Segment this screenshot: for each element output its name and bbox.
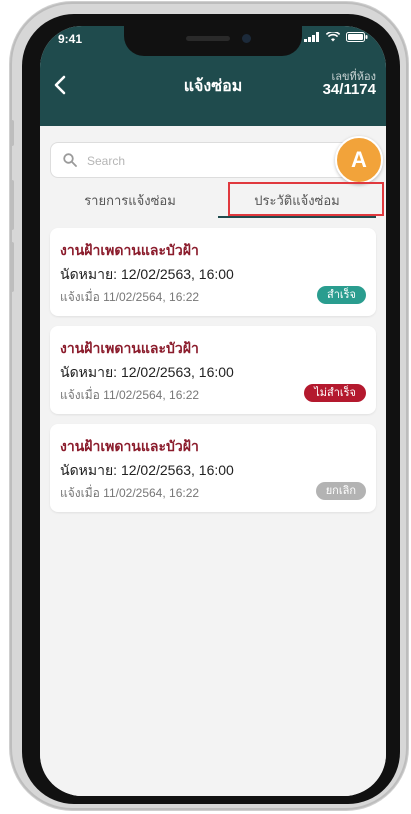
card-title: งานฝ้าเพดานและบัวฝ้า	[60, 438, 199, 454]
battery-icon	[346, 32, 368, 42]
search-bar[interactable]	[50, 142, 376, 178]
active-tab-indicator	[218, 216, 376, 218]
status-time: 9:41	[58, 32, 83, 46]
card-appointment: นัดหมาย: 12/02/2563, 16:00	[60, 266, 234, 282]
camera-notch	[124, 26, 302, 56]
phone-side-button	[10, 120, 14, 146]
history-card[interactable]: งานฝ้าเพดานและบัวฝ้า นัดหมาย: 12/02/2563…	[50, 228, 376, 316]
search-input[interactable]	[85, 149, 339, 173]
card-reported-date: แจ้งเมื่อ 11/02/2564, 16:22	[60, 290, 200, 304]
phone-volume-down	[10, 242, 14, 292]
app-screen: 9:41 แจ้งซ่อม เลขที่ห้อง 34/1174 Search …	[40, 26, 386, 796]
room-number-value: 34/1174	[322, 81, 376, 98]
card-appointment: นัดหมาย: 12/02/2563, 16:00	[60, 462, 234, 478]
card-reported-date: แจ้งเมื่อ 11/02/2564, 16:22	[60, 486, 200, 500]
status-badge: ไม่สำเร็จ	[304, 384, 366, 402]
app-header: 9:41 แจ้งซ่อม เลขที่ห้อง 34/1174	[40, 26, 386, 126]
signal-icon	[304, 32, 319, 42]
phone-volume-up	[10, 180, 14, 230]
status-badge: ยกเลิก	[315, 482, 366, 500]
history-card[interactable]: งานฝ้าเพดานและบัวฝ้า นัดหมาย: 12/02/2563…	[50, 326, 376, 414]
card-appointment: นัดหมาย: 12/02/2563, 16:00	[60, 364, 234, 380]
card-title: งานฝ้าเพดานและบัวฝ้า	[60, 340, 199, 356]
history-card[interactable]: งานฝ้าเพดานและบัวฝ้า นัดหมาย: 12/02/2563…	[50, 424, 376, 512]
status-icons	[304, 32, 368, 42]
search-icon	[63, 153, 77, 167]
annotation-marker-a: A	[335, 136, 383, 184]
main-content: A รายการแจ้งซ่อม ประวัติแจ้งซ่อม งานฝ้าเ…	[40, 126, 386, 796]
tab-repair-requests[interactable]: รายการแจ้งซ่อม	[50, 184, 210, 218]
status-badge: สำเร็จ	[316, 286, 366, 304]
wifi-icon	[326, 32, 340, 42]
tab-highlight-box	[228, 182, 384, 216]
front-camera	[242, 34, 251, 43]
speaker-grille	[186, 36, 230, 41]
card-title: งานฝ้าเพดานและบัวฝ้า	[60, 242, 199, 258]
card-reported-date: แจ้งเมื่อ 11/02/2564, 16:22	[60, 388, 200, 402]
